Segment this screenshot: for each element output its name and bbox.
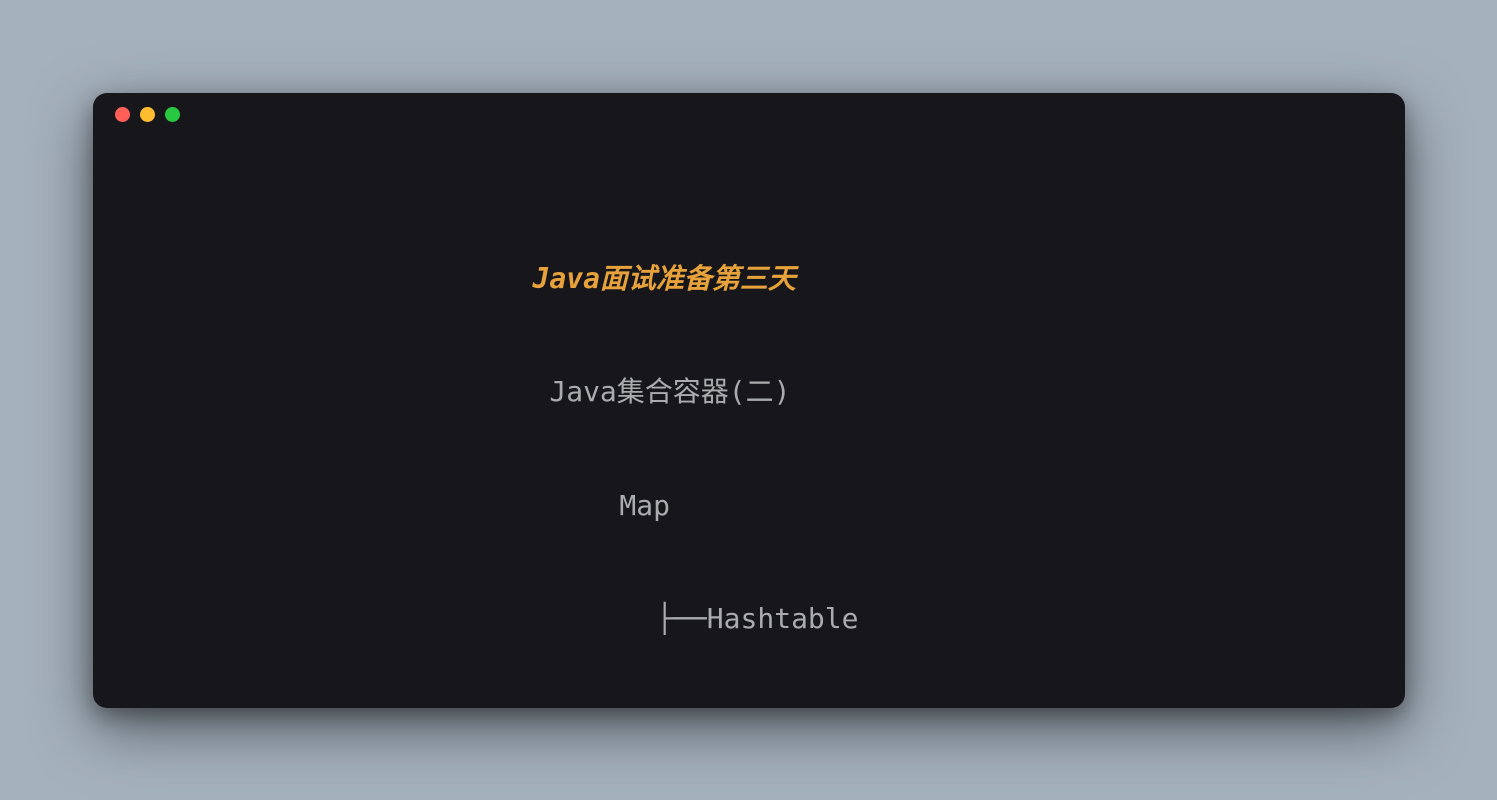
content-subtitle: Java集合容器(二) bbox=[93, 373, 1405, 411]
maximize-icon[interactable] bbox=[165, 107, 180, 122]
terminal-content: Java面试准备第三天 Java集合容器(二) Map ├──Hashtable… bbox=[93, 137, 1405, 708]
map-header: Map bbox=[93, 487, 1405, 525]
terminal-window: Java面试准备第三天 Java集合容器(二) Map ├──Hashtable… bbox=[93, 93, 1405, 708]
close-icon[interactable] bbox=[115, 107, 130, 122]
tree-line: ├──Hashtable bbox=[93, 600, 1405, 638]
content-title: Java面试准备第三天 bbox=[93, 260, 1405, 298]
minimize-icon[interactable] bbox=[140, 107, 155, 122]
window-titlebar bbox=[93, 93, 1405, 137]
